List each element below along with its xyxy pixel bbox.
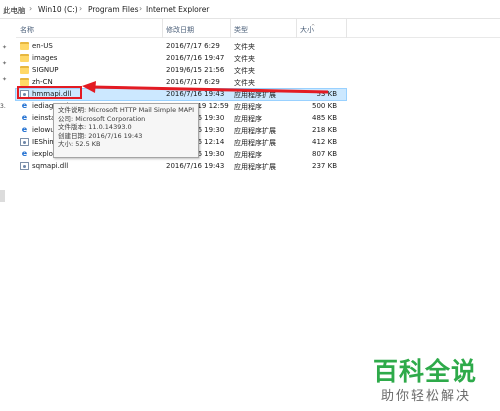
tooltip-size: 大小: 52.5 KB: [58, 140, 101, 148]
ie-exe-icon: e: [21, 101, 28, 110]
file-row[interactable]: SIGNUP 2019/6/15 21:56 文件夹: [16, 65, 346, 76]
file-name: iexplo: [32, 150, 53, 158]
pin-icon[interactable]: ✦: [2, 77, 8, 83]
ie-exe-icon: e: [21, 125, 28, 134]
folder-icon: [20, 78, 29, 86]
column-divider[interactable]: [296, 19, 297, 38]
pin-icon[interactable]: ✦: [2, 61, 8, 67]
file-size: 500 KB: [312, 102, 337, 110]
file-name: ieinsta: [32, 114, 56, 122]
column-header-type[interactable]: 类型: [234, 25, 248, 35]
file-size: 807 KB: [312, 150, 337, 158]
file-name: ielowu: [32, 126, 55, 134]
tooltip-version: 文件版本: 11.0.14393.0: [58, 123, 132, 131]
file-name: zh-CN: [32, 78, 53, 86]
file-type: 应用程序扩展: [234, 139, 276, 147]
file-type: 文件夹: [234, 55, 255, 63]
ie-exe-icon: e: [21, 113, 28, 122]
arrow-icon: [82, 81, 329, 94]
file-type: 应用程序: [234, 115, 262, 123]
file-name: images: [32, 54, 58, 62]
breadcrumb-drive[interactable]: Win10 (C:): [38, 5, 78, 14]
file-date: 2016/7/16 19:47: [166, 54, 225, 62]
tooltip-company: 公司: Microsoft Corporation: [58, 114, 146, 123]
file-size: 412 KB: [312, 138, 337, 146]
folder-icon: [20, 42, 29, 50]
column-header-row: ^ 名称 修改日期 类型 大小: [16, 19, 500, 38]
file-row[interactable]: sqmapi.dll 2016/7/16 19:43 应用程序扩展 237 KB: [16, 161, 346, 172]
file-name: sqmapi.dll: [32, 162, 69, 170]
breadcrumb-separator: ›: [29, 4, 33, 13]
dll-file-icon: [20, 138, 29, 146]
breadcrumb-program-files[interactable]: Program Files: [88, 5, 139, 14]
column-divider[interactable]: [230, 19, 231, 38]
ie-exe-icon: e: [21, 149, 28, 158]
watermark-title: 百科全说: [373, 357, 478, 386]
breadcrumb-separator: ›: [139, 4, 143, 13]
folder-icon: [20, 66, 29, 74]
file-name: SIGNUP: [32, 66, 59, 74]
file-date: 2016/7/17 6:29: [166, 42, 220, 50]
tooltip-created: 创建日期: 2016/7/16 19:43: [58, 131, 143, 140]
file-size: 485 KB: [312, 114, 337, 122]
file-type: 应用程序扩展: [234, 127, 276, 135]
pin-icon[interactable]: ✦: [2, 45, 8, 51]
breadcrumb-internet-explorer[interactable]: Internet Explorer: [146, 5, 209, 14]
file-size: 237 KB: [312, 162, 337, 170]
dll-file-icon: [20, 162, 29, 170]
file-name: en-US: [32, 42, 53, 50]
tooltip-description: 文件说明: Microsoft HTTP Mail Simple MAPI: [58, 106, 195, 114]
file-type: 应用程序扩展: [234, 163, 276, 171]
file-type: 文件夹: [234, 67, 255, 75]
nav-item-label: 3.: [0, 103, 6, 110]
file-row[interactable]: en-US 2016/7/17 6:29 文件夹: [16, 41, 346, 52]
file-size: 218 KB: [312, 126, 337, 134]
nav-selected-item[interactable]: [0, 190, 5, 202]
file-type: 应用程序: [234, 103, 262, 111]
column-divider[interactable]: [162, 19, 163, 38]
breadcrumb-this-pc[interactable]: 此电脑: [3, 5, 26, 16]
watermark-logo: 百科全说 助你轻松解决: [369, 350, 499, 408]
file-date: 2019/6/15 21:56: [166, 66, 225, 74]
address-bar[interactable]: 此电脑 › Win10 (C:) › Program Files › Inter…: [0, 0, 500, 19]
column-header-name[interactable]: 名称: [20, 25, 34, 35]
column-header-size[interactable]: 大小: [300, 25, 314, 35]
file-type: 应用程序: [234, 151, 262, 159]
file-row[interactable]: images 2016/7/16 19:47 文件夹: [16, 53, 346, 64]
navigation-pane: ✦ ✦ ✦ 3.: [0, 19, 16, 411]
column-header-date[interactable]: 修改日期: [166, 25, 194, 35]
breadcrumb-separator: ›: [79, 4, 83, 13]
column-divider[interactable]: [346, 19, 347, 38]
file-tooltip: 文件说明: Microsoft HTTP Mail Simple MAPI 公司…: [53, 103, 199, 158]
folder-icon: [20, 54, 29, 62]
file-date: 2016/7/16 19:43: [166, 162, 225, 170]
watermark-subtitle: 助你轻松解决: [381, 389, 472, 404]
file-type: 文件夹: [234, 43, 255, 51]
